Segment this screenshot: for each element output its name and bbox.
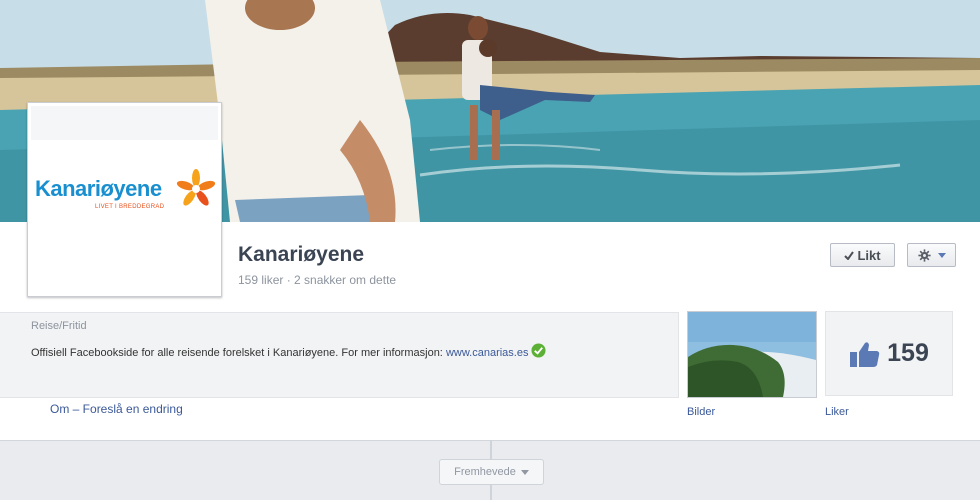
featured-label: Fremhevede: [454, 466, 516, 478]
logo-text: Kanariøyene: [35, 176, 162, 201]
page-stats: 159 liker · 2 snakker om dette: [238, 273, 397, 287]
logo-tagline: LIVET I BREDDEGRAD: [95, 204, 165, 210]
page-title: Kanariøyene: [238, 243, 365, 266]
thumbs-up-icon: [850, 341, 880, 367]
about-link[interactable]: Om: [50, 402, 69, 416]
about-links: Om – Foreslå en endring: [50, 402, 183, 416]
verified-check-icon: [531, 343, 547, 358]
profile-picture[interactable]: Kanariøyene LIVET I BREDDEGRAD: [27, 102, 222, 297]
chevron-down-icon: [937, 252, 946, 258]
flower-logo-icon: [176, 169, 216, 206]
page-description: Offisiell Facebookside for alle reisende…: [31, 343, 547, 359]
likes-app-thumbnail[interactable]: 159: [825, 311, 953, 396]
photos-app-thumbnail[interactable]: [687, 311, 817, 398]
liked-label: Likt: [857, 247, 881, 263]
profile-pic-top-band: [31, 106, 218, 140]
likes-label[interactable]: Liker: [825, 406, 849, 418]
page-category: Reise/Fritid: [31, 320, 87, 332]
liked-button[interactable]: Likt: [830, 243, 895, 267]
description-text: Offisiell Facebookside for alle reisende…: [31, 347, 446, 359]
gear-icon: [917, 248, 931, 262]
settings-button[interactable]: [907, 243, 956, 267]
chevron-down-icon: [520, 469, 529, 475]
featured-dropdown[interactable]: Fremhevede: [439, 459, 544, 485]
website-link[interactable]: www.canarias.es: [446, 347, 529, 359]
suggest-edit-link[interactable]: – Foreslå en endring: [69, 402, 183, 416]
check-icon: [844, 250, 855, 260]
photos-label[interactable]: Bilder: [687, 406, 715, 418]
likes-count: 159: [887, 339, 929, 367]
photos-thumbnail-image: [688, 312, 816, 397]
